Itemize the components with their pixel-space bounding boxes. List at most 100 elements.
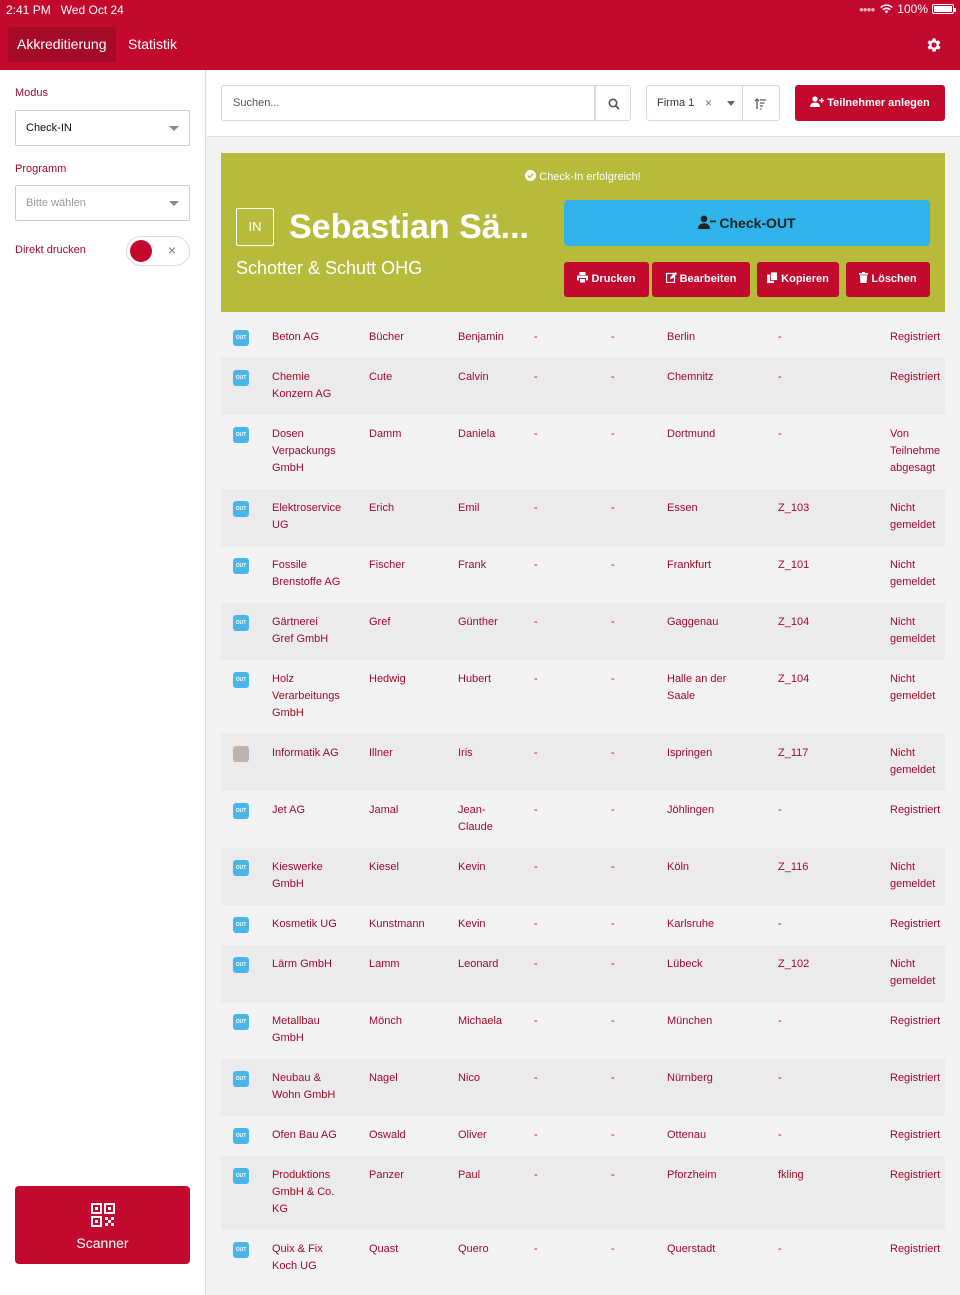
table-row[interactable]: OUT Dosen Verpackungs GmbH Damm Daniela - - Dort…	[221, 415, 945, 489]
direct-print-toggle[interactable]: ×	[126, 236, 190, 266]
search-button[interactable]	[595, 85, 631, 121]
mode-select[interactable]: Check-IN	[15, 110, 190, 146]
status-cell: Registriert	[890, 1243, 941, 1255]
city-cell: Ottenau	[667, 1129, 707, 1141]
checkout-badge-icon[interactable]: OUT	[233, 427, 249, 443]
checkout-badge-icon[interactable]: OUT	[233, 615, 249, 631]
print-button[interactable]: Drucken	[564, 262, 649, 297]
edit-button[interactable]: Bearbeiten	[652, 262, 750, 297]
table-row[interactable]: OUT Elektroservice UG Erich Emil - - Essen Z_103…	[221, 489, 945, 546]
table-row[interactable]: Informatik AG Illner Iris - - Ispringen Z_117 N…	[221, 734, 945, 791]
table-row[interactable]: OUT Kosmetik UG Kunstmann Kevin - - Karlsruhe -…	[221, 905, 945, 945]
table-row[interactable]: OUT Fossile Brenstoffe AG Fischer Frank - - Fra…	[221, 546, 945, 603]
checkout-badge-icon[interactable]: OUT	[233, 957, 249, 973]
code-cell: -	[778, 1015, 782, 1027]
table-row[interactable]: OUT Metallbau GmbH Mönch Michaela - - München - R…	[221, 1002, 945, 1059]
company-filter-select[interactable]: Firma 1 ×	[646, 85, 743, 121]
checkout-badge-icon[interactable]: OUT	[233, 1168, 249, 1184]
clear-filter-icon[interactable]: ×	[705, 86, 712, 120]
copy-button[interactable]: Kopieren	[757, 262, 839, 297]
empty-cell: -	[611, 1243, 615, 1255]
checkout-badge-icon[interactable]	[233, 746, 249, 762]
table-row[interactable]: OUT Produktions GmbH & Co. KG Panzer Paul - - Pf…	[221, 1156, 945, 1230]
checkout-badge-icon[interactable]: OUT	[233, 860, 249, 876]
checkout-badge-icon[interactable]: OUT	[233, 330, 249, 346]
participant-name: Sebastian Sä...	[289, 208, 529, 246]
checkout-badge-icon[interactable]: OUT	[233, 1242, 249, 1258]
checkout-badge-icon[interactable]: OUT	[233, 1071, 249, 1087]
checkout-badge-icon[interactable]: OUT	[233, 1128, 249, 1144]
table-row[interactable]: OUT Beton AG Bücher Benjamin - - Berlin - Regist…	[221, 318, 945, 358]
status-cell: Nicht gemeldet	[890, 861, 936, 890]
toggle-knob	[130, 240, 152, 262]
checkout-badge-icon[interactable]: OUT	[233, 917, 249, 933]
user-plus-icon	[810, 96, 825, 107]
program-label: Programm	[15, 163, 67, 175]
table-row[interactable]: OUT Gärtnerei Gref GmbH Gref Günther - - Gaggen…	[221, 603, 945, 660]
city-cell: Essen	[667, 502, 698, 514]
table-row[interactable]: OUT Quix & Fix Koch UG Quast Quero - - Querstad…	[221, 1230, 945, 1287]
code-cell: Z_103	[778, 502, 810, 514]
lastname-cell: Panzer	[369, 1169, 404, 1181]
sort-button[interactable]	[743, 85, 780, 121]
city-cell: Dortmund	[667, 428, 716, 440]
program-select[interactable]: Bitte wählen	[15, 185, 190, 221]
firstname-cell: Iris	[458, 747, 473, 759]
checkout-badge-icon[interactable]: OUT	[233, 672, 249, 688]
mode-select-value: Check-IN	[26, 122, 72, 134]
scanner-button[interactable]: Scanner	[15, 1186, 190, 1264]
empty-cell: -	[534, 559, 538, 571]
table-row[interactable]: OUT Neubau & Wohn GmbH Nagel Nico - - Nürnberg -…	[221, 1059, 945, 1116]
table-row[interactable]: OUT Jet AG Jamal Jean- Claude - - Jöhlingen - Reg…	[221, 791, 945, 848]
tab-akkreditierung[interactable]: Akkreditierung	[8, 27, 116, 62]
search-input[interactable]	[221, 85, 595, 121]
check-circle-icon	[525, 170, 537, 181]
firstname-cell: Daniela	[458, 428, 496, 440]
company-cell: Beton AG	[272, 331, 320, 343]
firstname-cell: Quero	[458, 1243, 489, 1255]
empty-cell: -	[534, 804, 538, 816]
lastname-cell: Damm	[369, 428, 402, 440]
status-date: Wed Oct 24	[60, 3, 124, 17]
checkout-label: Check-OUT	[719, 215, 796, 231]
table-row[interactable]: OUT Chemie Konzern AG Cute Calvin - - Chemnitz -…	[221, 358, 945, 415]
signal-icon: ●●●●	[858, 4, 875, 14]
chevron-down-icon	[727, 101, 735, 106]
lastname-cell: Illner	[369, 747, 393, 759]
company-filter-value: Firma 1	[657, 97, 695, 109]
empty-cell: -	[534, 502, 538, 514]
lastname-cell: Gref	[369, 616, 391, 628]
checkout-badge-icon[interactable]: OUT	[233, 501, 249, 517]
participant-table: OUT Beton AG Bücher Benjamin - - Berlin - Regist…	[221, 318, 945, 1287]
table-row[interactable]: OUT Lärm GmbH Lamm Leonard - - Lübeck Z_102 Nich…	[221, 945, 945, 1002]
code-cell: -	[778, 804, 782, 816]
code-cell: -	[778, 371, 782, 383]
status-bar-right: ●●●● 100%	[858, 2, 956, 16]
lastname-cell: Mönch	[369, 1015, 403, 1027]
firstname-cell: Hubert	[458, 673, 492, 685]
checkout-badge-icon[interactable]: OUT	[233, 370, 249, 386]
code-cell: -	[778, 1129, 782, 1141]
firstname-cell: Paul	[458, 1169, 481, 1181]
status-cell: Registriert	[890, 918, 941, 930]
table-row[interactable]: OUT Ofen Bau AG Oswald Oliver - - Ottenau - Regi…	[221, 1116, 945, 1156]
program-select-placeholder: Bitte wählen	[26, 197, 86, 209]
tab-statistik[interactable]: Statistik	[119, 27, 186, 62]
city-cell: Querstadt	[667, 1243, 716, 1255]
checkout-button[interactable]: Check-OUT	[564, 200, 930, 246]
add-participant-button[interactable]: Teilnehmer anlegen	[795, 85, 945, 121]
checkout-badge-icon[interactable]: OUT	[233, 1014, 249, 1030]
empty-cell: -	[534, 1129, 538, 1141]
checkout-badge-icon[interactable]: OUT	[233, 803, 249, 819]
empty-cell: -	[611, 502, 615, 514]
company-cell: Kosmetik UG	[272, 918, 337, 930]
gear-icon[interactable]	[925, 36, 943, 54]
toolbar: Firma 1 × Teilnehmer anlegen	[207, 70, 960, 137]
delete-button[interactable]: Löschen	[846, 262, 930, 297]
table-row[interactable]: OUT Kieswerke GmbH Kiesel Kevin - - Köln Z_116 Ni…	[221, 848, 945, 905]
city-cell: Berlin	[667, 331, 696, 343]
checkout-badge-icon[interactable]: OUT	[233, 558, 249, 574]
empty-cell: -	[611, 804, 615, 816]
sort-icon	[755, 98, 766, 110]
table-row[interactable]: OUT Holz Verarbeitungs GmbH Hedwig Hubert - - Ha…	[221, 660, 945, 734]
